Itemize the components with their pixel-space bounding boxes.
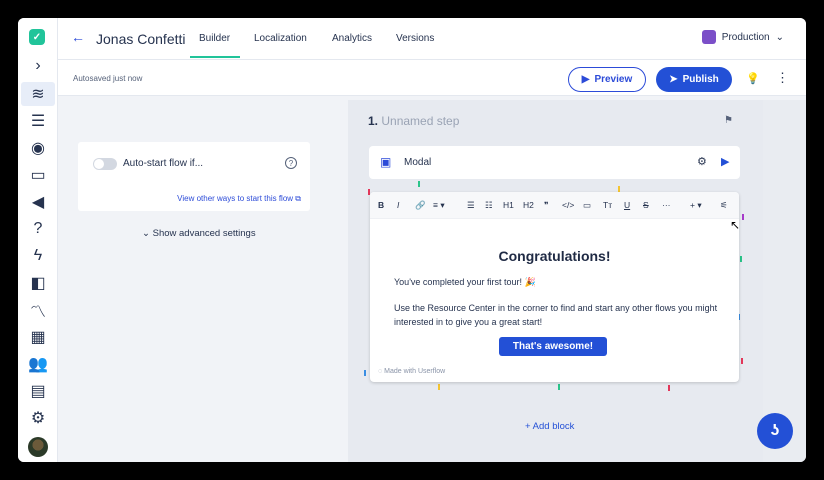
link-icon[interactable]: 🔗 (415, 200, 426, 211)
modal-heading[interactable]: Congratulations! (370, 248, 739, 264)
modal-editor: B I 🔗 ≡ ▾ ☰ ☷ H1 H2 ❞ </> ▭ Tт U S ··· +… (370, 192, 739, 382)
send-icon: ➤ (669, 74, 678, 85)
magic-icon[interactable]: ⚟ (720, 200, 728, 211)
actions-icon[interactable]: ϟ (18, 244, 58, 268)
confetti (741, 358, 743, 364)
confetti (742, 214, 744, 220)
arrow-left-icon[interactable]: ← (71, 29, 85, 45)
strikethrough-icon[interactable]: S (643, 200, 649, 210)
confetti (668, 385, 670, 391)
tab-versions[interactable]: Versions (396, 33, 434, 44)
preview-label: Preview (594, 74, 633, 85)
modal-paragraph[interactable]: You've completed your first tour! 🎉 (394, 277, 536, 288)
advanced-settings-toggle[interactable]: ⌄ Show advanced settings (142, 228, 256, 239)
confetti (438, 384, 440, 390)
text-size-icon[interactable]: Tт (603, 200, 612, 210)
help-circle-icon[interactable]: ? (285, 157, 297, 169)
environment-selector[interactable]: Production ⌄ (701, 30, 784, 44)
publish-button[interactable]: ➤ Publish (656, 67, 732, 92)
autostart-toggle[interactable] (93, 158, 117, 170)
lightbulb-icon[interactable]: 💡 (746, 72, 760, 85)
bold-icon[interactable]: B (378, 200, 384, 210)
environment-icon (701, 30, 716, 44)
play-icon[interactable]: ▶ (721, 155, 729, 168)
modal-paragraph[interactable]: Use the Resource Center in the corner to… (394, 301, 724, 329)
apps-icon[interactable]: ▦ (18, 325, 58, 349)
avatar[interactable] (28, 437, 48, 457)
checklists-icon[interactable]: ☰ (18, 109, 58, 133)
banners-icon[interactable]: ▭ (18, 163, 58, 187)
flow-title[interactable]: Jonas Confetti (96, 31, 186, 47)
mouse-cursor-icon: ↖ (730, 218, 741, 232)
more-icon[interactable]: ··· (662, 200, 671, 210)
bullet-list-icon[interactable]: ☷ (485, 200, 493, 211)
ordered-list-icon[interactable]: ☰ (467, 200, 475, 211)
tab-localization[interactable]: Localization (254, 33, 307, 44)
confetti (364, 370, 366, 376)
help-icon[interactable]: ? (18, 217, 58, 241)
start-settings-panel: Auto-start flow if... ? View other ways … (78, 142, 310, 211)
publish-label: Publish (682, 74, 719, 85)
right-panel-edge (763, 100, 806, 462)
step-title[interactable]: 1. Unnamed step (368, 114, 459, 128)
heading1-icon[interactable]: H1 (503, 200, 514, 210)
add-block-button[interactable]: + Add block (525, 421, 574, 432)
resource-center-button[interactable]: ʖ (757, 413, 793, 449)
tab-analytics[interactable]: Analytics (332, 33, 372, 44)
top-bar: ← Jonas Confetti Builder Localization An… (58, 18, 806, 60)
modal-block-header[interactable]: ▣ Modal ⚙ ▶ (369, 146, 740, 179)
rich-text-toolbar: B I 🔗 ≡ ▾ ☰ ☷ H1 H2 ❞ </> ▭ Tт U S ··· +… (370, 192, 739, 219)
app-logo-icon[interactable]: ✓ (29, 29, 45, 45)
tab-builder[interactable]: Builder (199, 33, 230, 44)
left-nav: ✓ › ≋ ☰ ◉ ▭ ◀ ? ϟ ◧ 〽 ▦ 👥 ▤ ⚙ (18, 18, 58, 462)
heading2-icon[interactable]: H2 (523, 200, 534, 210)
autostart-label: Auto-start flow if... (123, 158, 204, 169)
embed-icon[interactable]: ▭ (583, 200, 591, 211)
quote-icon[interactable]: ❞ (544, 200, 549, 211)
align-icon[interactable]: ≡ ▾ (433, 200, 445, 211)
more-options-icon[interactable]: ⋮ (776, 70, 789, 86)
analytics-icon[interactable]: 〽 (18, 298, 58, 322)
underline-icon[interactable]: U (624, 200, 630, 210)
chevron-right-icon[interactable]: › (18, 54, 58, 78)
app-window: ✓ › ≋ ☰ ◉ ▭ ◀ ? ϟ ◧ 〽 ▦ 👥 ▤ ⚙ ← Jonas Co… (18, 18, 806, 462)
content-icon[interactable]: ◧ (18, 271, 58, 295)
branding-label: ◌ Made with Userflow (378, 368, 446, 375)
active-tab-indicator (190, 56, 240, 58)
block-type-label: Modal (404, 157, 432, 168)
play-icon: ▶ (581, 74, 590, 85)
flows-icon[interactable]: ≋ (21, 82, 55, 106)
announcements-icon[interactable]: ◀ (18, 190, 58, 214)
companies-icon[interactable]: ▤ (18, 379, 58, 403)
sub-bar: Autosaved just now ▶ Preview ➤ Publish 💡… (58, 60, 806, 96)
confetti (418, 181, 420, 187)
thats-awesome-button[interactable]: That's awesome! (499, 337, 607, 356)
confetti (740, 256, 742, 262)
users-icon[interactable]: 👥 (18, 352, 58, 376)
insert-icon[interactable]: + ▾ (690, 200, 702, 211)
modal-icon: ▣ (380, 155, 392, 169)
launchers-icon[interactable]: ◉ (18, 136, 58, 160)
environment-label: Production (721, 31, 770, 43)
italic-icon[interactable]: I (397, 200, 399, 210)
flag-icon[interactable]: ⚑ (724, 115, 733, 126)
other-ways-link[interactable]: View other ways to start this flow ⧉ (177, 194, 301, 204)
autosave-status: Autosaved just now (73, 74, 143, 83)
chevron-down-icon: ⌄ (775, 31, 784, 43)
confetti (558, 384, 560, 390)
preview-button[interactable]: ▶ Preview (568, 67, 646, 92)
settings-icon[interactable]: ⚙ (18, 406, 58, 430)
code-icon[interactable]: </> (562, 200, 574, 210)
gear-icon[interactable]: ⚙ (697, 155, 707, 168)
